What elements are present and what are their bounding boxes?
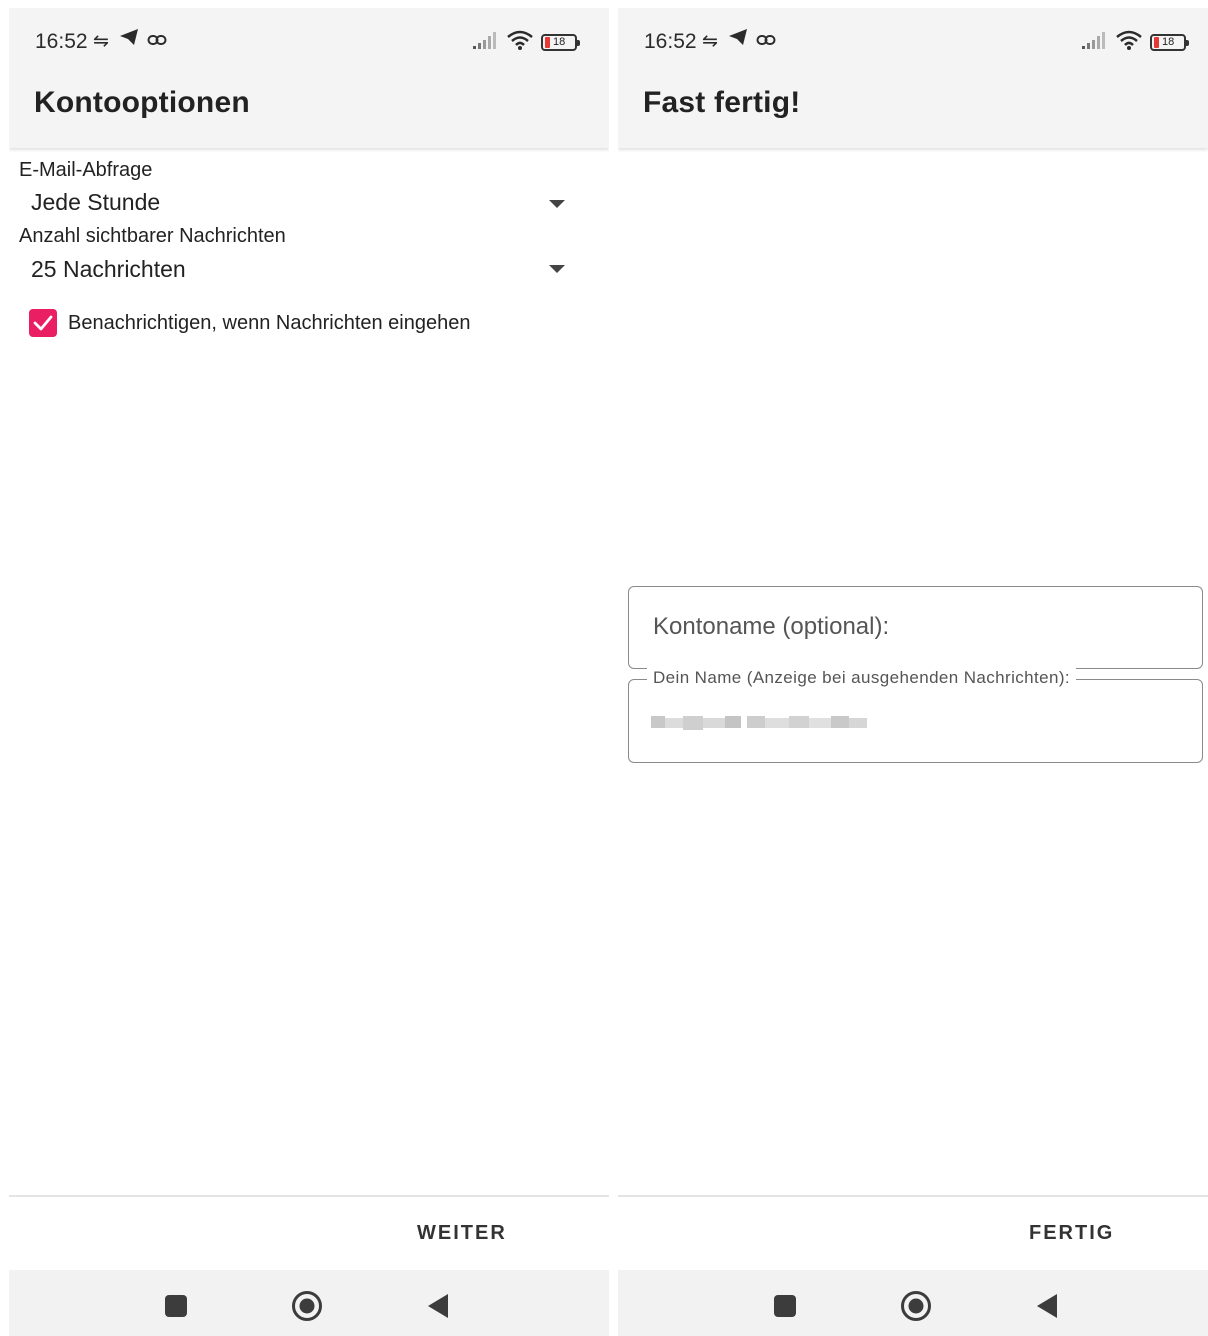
signal-icon <box>1082 31 1108 54</box>
data-transfer-icon: ⇋ <box>702 31 718 52</box>
almost-done-screen: 16:52 ⇋ 18 Fast fertig! Kontoname (optio… <box>618 8 1208 1336</box>
status-time: 16:52 <box>644 30 697 53</box>
signal-icon <box>473 31 499 54</box>
visible-messages-value[interactable]: 25 Nachrichten <box>31 256 186 283</box>
account-options-screen: 16:52 ⇋ 18 Kontooptionen E-Mail-Abfrage … <box>9 8 609 1336</box>
recents-square-icon[interactable] <box>774 1295 796 1322</box>
poll-frequency-value[interactable]: Jede Stunde <box>31 189 160 216</box>
battery-icon: 18 <box>541 33 580 51</box>
app-bar: 16:52 ⇋ 18 Fast fertig! <box>618 8 1208 148</box>
account-name-placeholder: Kontoname (optional): <box>653 613 890 640</box>
notify-checkbox-label[interactable]: Benachrichtigen, wenn Nachrichten eingeh… <box>68 312 471 335</box>
your-name-value-redacted <box>651 712 867 734</box>
your-name-label: Dein Name (Anzeige bei ausgehenden Nachr… <box>647 668 1077 688</box>
back-triangle-icon[interactable] <box>1036 1293 1058 1324</box>
bottom-divider <box>9 1195 609 1197</box>
navigation-bar <box>9 1270 609 1336</box>
home-circle-icon[interactable] <box>900 1290 932 1327</box>
link-icon <box>147 31 167 53</box>
data-transfer-icon: ⇋ <box>93 31 109 52</box>
bottom-divider <box>618 1195 1208 1197</box>
wifi-icon <box>507 30 533 55</box>
battery-level: 18 <box>1162 36 1175 48</box>
app-bar: 16:52 ⇋ 18 Kontooptionen <box>9 8 609 148</box>
status-bar: 16:52 ⇋ 18 <box>9 8 609 74</box>
chevron-down-icon[interactable] <box>549 200 565 208</box>
check-icon <box>33 315 53 331</box>
page-title: Kontooptionen <box>34 86 250 119</box>
navigation-bar <box>618 1270 1208 1336</box>
wifi-icon <box>1116 30 1142 55</box>
your-name-field[interactable]: Dein Name (Anzeige bei ausgehenden Nachr… <box>628 668 1203 763</box>
home-circle-icon[interactable] <box>291 1290 323 1327</box>
chevron-down-icon[interactable] <box>549 265 565 273</box>
back-triangle-icon[interactable] <box>427 1293 449 1324</box>
notify-checkbox[interactable] <box>29 309 57 337</box>
status-icons: 18 <box>473 30 580 55</box>
telegram-icon <box>728 28 748 52</box>
battery-level: 18 <box>553 36 566 48</box>
status-time: 16:52 <box>35 30 88 53</box>
link-icon <box>756 31 776 53</box>
poll-frequency-label: E-Mail-Abfrage <box>19 159 153 181</box>
next-button[interactable]: WEITER <box>417 1222 507 1245</box>
battery-icon: 18 <box>1150 33 1189 51</box>
page-title: Fast fertig! <box>643 86 801 119</box>
status-bar: 16:52 ⇋ 18 <box>618 8 1208 74</box>
done-button[interactable]: FERTIG <box>1029 1222 1114 1245</box>
telegram-icon <box>119 28 139 52</box>
visible-messages-label: Anzahl sichtbarer Nachrichten <box>19 225 286 247</box>
status-icons: 18 <box>1082 30 1189 55</box>
recents-square-icon[interactable] <box>165 1295 187 1322</box>
account-name-field[interactable]: Kontoname (optional): <box>628 586 1203 669</box>
